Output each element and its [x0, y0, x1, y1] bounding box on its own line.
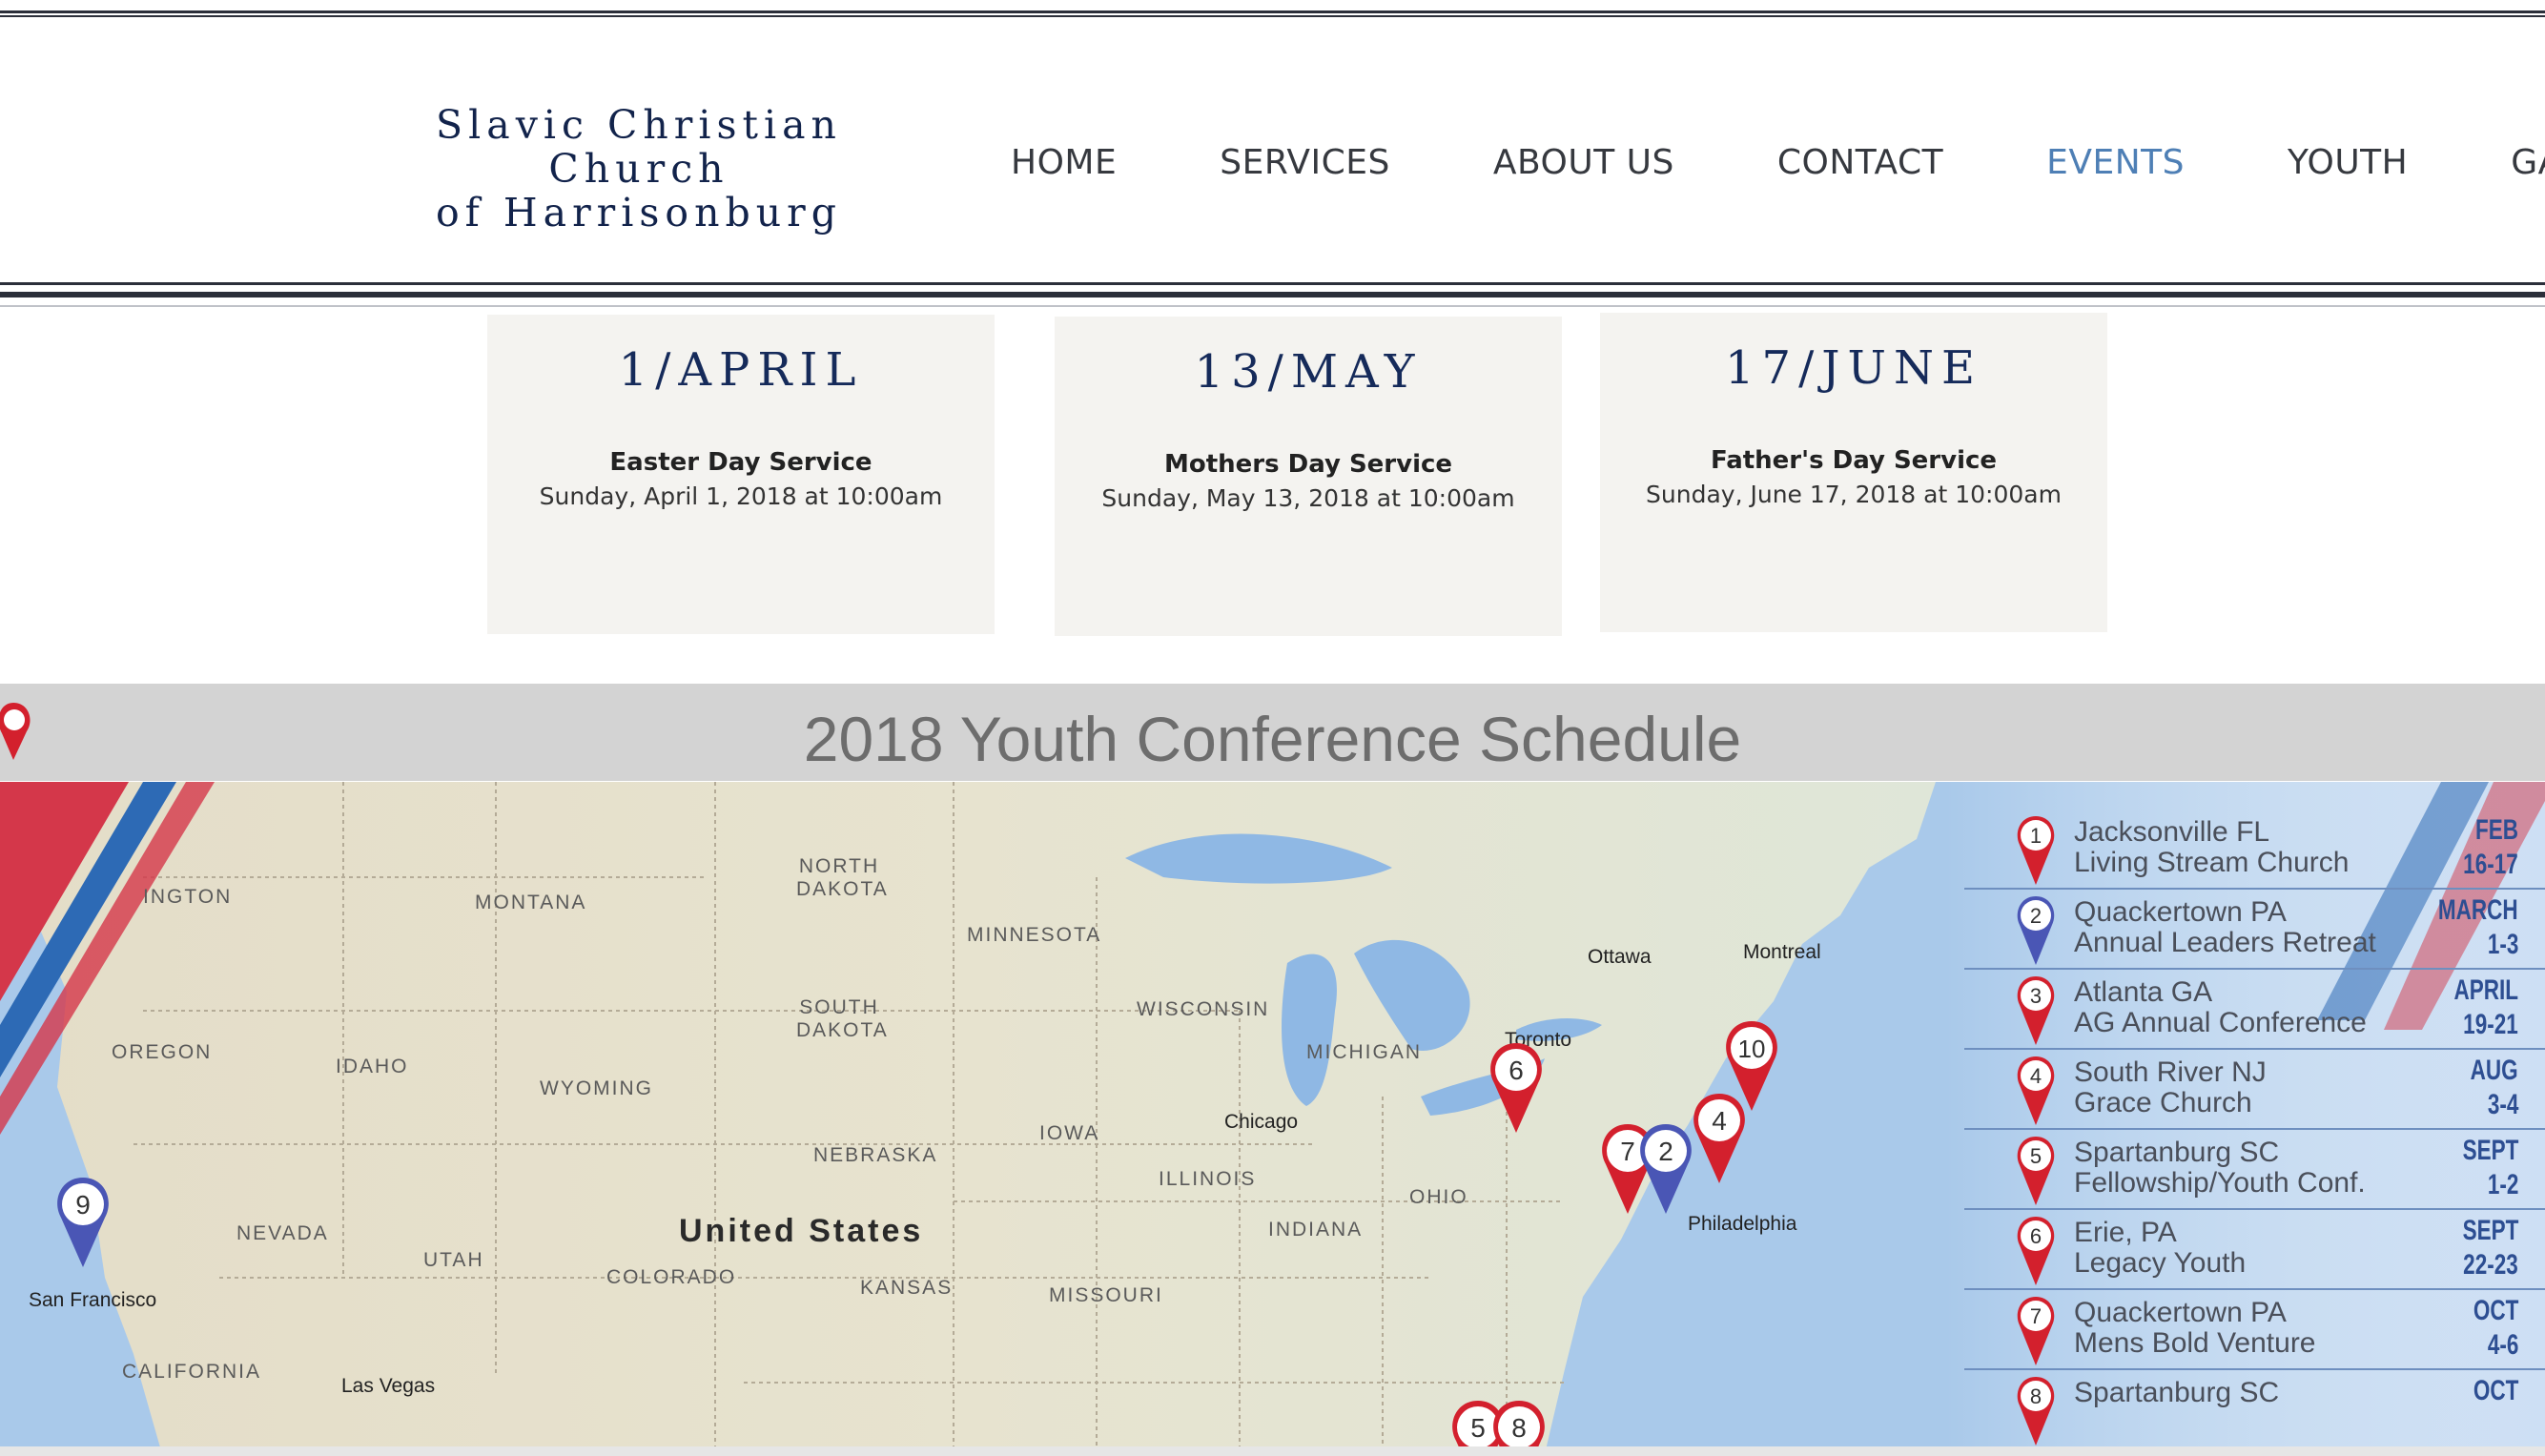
map-region-label: COLORADO — [606, 1266, 737, 1288]
nav-home[interactable]: HOME — [1011, 143, 1117, 191]
map-region-label: OHIO — [1409, 1186, 1468, 1208]
conference-schedule: 1 Jacksonville FL Living Stream Church F… — [1945, 782, 2545, 1454]
pin-number: 4 — [1712, 1106, 1727, 1136]
youth-conference-graphic: 2018 Youth Conference Schedule INGTON MO… — [0, 684, 2545, 1454]
map-region-label: IDAHO — [336, 1056, 409, 1077]
map-city-label: Las Vegas — [341, 1375, 436, 1397]
header-bottom-thick-rule — [0, 292, 2545, 297]
event-date: 1/APRIL — [618, 343, 864, 397]
logo-line-2: Church — [548, 146, 729, 192]
map-region-label: WISCONSIN — [1137, 998, 1270, 1020]
map-region-label: MINNESOTA — [967, 924, 1102, 946]
header-bottom-rule — [0, 282, 2545, 285]
map-city-label: Ottawa — [1588, 946, 1652, 968]
map-region-label: MONTANA — [475, 892, 587, 913]
event-card[interactable]: 17/JUNE Father's Day Service Sunday, Jun… — [1600, 313, 2107, 632]
map-region-label: NEBRASKA — [813, 1144, 938, 1166]
pin-number: 9 — [75, 1190, 91, 1220]
conference-title: 2018 Youth Conference Schedule — [803, 704, 1742, 774]
pin-number: 5 — [1470, 1413, 1486, 1443]
main-nav: HOME SERVICES ABOUT US CONTACT EVENTS YO… — [1011, 143, 2545, 191]
nav-services[interactable]: SERVICES — [1220, 143, 1390, 191]
nav-events[interactable]: EVENTS — [2046, 143, 2185, 191]
pin-number: 10 — [1738, 1035, 1766, 1063]
map-region-label: MICHIGAN — [1306, 1041, 1422, 1063]
nav-youth[interactable]: YOUTH — [2288, 143, 2408, 191]
event-detail: Sunday, April 1, 2018 at 10:00am — [539, 482, 943, 510]
map-region-label: NEVADA — [236, 1222, 329, 1244]
map-region-label: WYOMING — [540, 1077, 653, 1099]
map-region-label: NORTH DAKOTA — [796, 855, 889, 900]
map-region-label: IOWA — [1039, 1122, 1100, 1144]
map-region-label: OREGON — [112, 1041, 213, 1063]
map-country-label: United States — [679, 1213, 924, 1249]
header-bottom-light-rule — [0, 305, 2545, 307]
map-city-label: Philadelphia — [1688, 1213, 1797, 1235]
pin-number: 2 — [1658, 1137, 1673, 1166]
map-region-label: CALIFORNIA — [122, 1361, 262, 1383]
map-pin-icon[interactable]: 6 — [1483, 1041, 1550, 1137]
nav-contact[interactable]: CONTACT — [1777, 143, 1943, 191]
header-top-rule — [0, 15, 2545, 17]
pin-number: 8 — [1511, 1413, 1527, 1443]
map-region-label: UTAH — [423, 1249, 484, 1271]
map-city-label: Chicago — [1224, 1111, 1299, 1133]
event-title: Easter Day Service — [609, 448, 872, 477]
event-title: Father's Day Service — [1710, 446, 1998, 475]
event-card[interactable]: 13/MAY Mothers Day Service Sunday, May 1… — [1055, 317, 1562, 636]
nav-about-us[interactable]: ABOUT US — [1493, 143, 1674, 191]
logo-line-1: Slavic Christian — [436, 102, 842, 148]
nav-gallery[interactable]: GALLERY — [2511, 143, 2545, 191]
site-logo[interactable]: Slavic Christian Church of Harrisonburg — [420, 103, 858, 235]
event-detail: Sunday, June 17, 2018 at 10:00am — [1646, 481, 2062, 508]
event-date: 13/MAY — [1194, 345, 1423, 399]
logo-line-3: of Harrisonburg — [435, 190, 843, 236]
map-region-label: INGTON — [143, 886, 233, 908]
pin-number: 6 — [1509, 1056, 1524, 1085]
map-region-label: INDIANA — [1268, 1219, 1364, 1241]
header-top-border — [0, 0, 2545, 13]
map-city-label: San Francisco — [29, 1289, 157, 1311]
map-region-label: ILLINOIS — [1159, 1168, 1257, 1190]
event-title: Mothers Day Service — [1163, 450, 1453, 479]
map-city-label: Montreal — [1743, 941, 1821, 963]
map-region-label: KANSAS — [860, 1277, 954, 1299]
page-bottom-strip — [0, 1446, 2545, 1456]
event-card[interactable]: 1/APRIL Easter Day Service Sunday, April… — [487, 315, 995, 634]
schedule-dividers — [1964, 888, 2545, 1370]
event-date: 17/JUNE — [1725, 341, 1982, 395]
map-pin-icon[interactable]: 9 — [50, 1176, 116, 1271]
map-region-label: SOUTH DAKOTA — [796, 996, 889, 1041]
event-detail: Sunday, May 13, 2018 at 10:00am — [1101, 484, 1515, 512]
map-pin-icon[interactable]: 4 — [1686, 1092, 1753, 1187]
map-region-label: MISSOURI — [1049, 1284, 1163, 1306]
